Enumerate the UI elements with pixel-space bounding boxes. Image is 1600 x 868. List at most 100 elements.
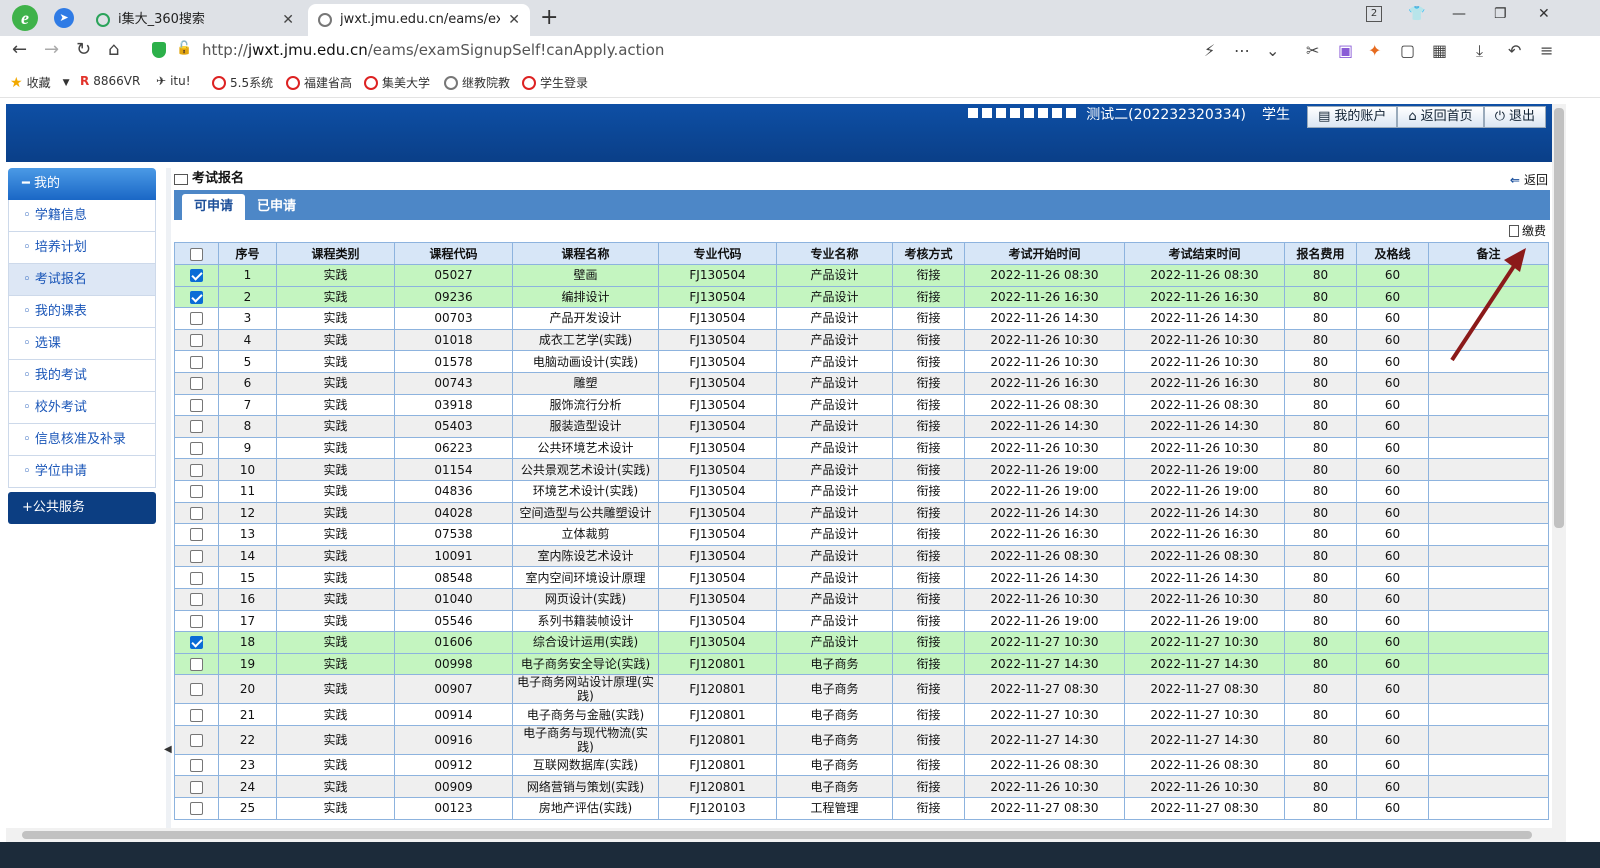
sidebar-splitter[interactable] xyxy=(166,168,171,828)
browser-extension-icon[interactable]: ➤ xyxy=(54,8,74,28)
caret-down-icon[interactable]: ▼ xyxy=(63,78,70,88)
sidebar-panel-icon[interactable]: ▢ xyxy=(1400,41,1415,60)
row-checkbox[interactable] xyxy=(190,683,203,697)
row-checkbox[interactable] xyxy=(190,420,203,434)
row-checkbox[interactable] xyxy=(190,355,203,369)
sidebar-item-course-select[interactable]: ◦ 选课 xyxy=(8,328,156,360)
collapse-sidebar-icon[interactable]: ◀ xyxy=(164,744,172,755)
sidebar-item-my-exams[interactable]: ◦ 我的考试 xyxy=(8,360,156,392)
table-row[interactable]: 5 实践 01578 电脑动画设计(实践) FJ130504 产品设计 衔接 2022-11-… xyxy=(174,350,1549,373)
row-checkbox[interactable] xyxy=(190,506,203,520)
row-checkbox[interactable] xyxy=(190,485,203,499)
row-checkbox[interactable] xyxy=(190,528,203,542)
translate-icon[interactable]: ▣ xyxy=(1338,41,1353,60)
pay-button[interactable]: 缴费 xyxy=(174,220,1550,242)
close-window-icon[interactable]: ✕ xyxy=(1538,6,1550,22)
horizontal-scrollbar[interactable] xyxy=(6,828,1566,842)
row-checkbox[interactable] xyxy=(190,290,203,304)
table-row[interactable]: 21 实践 00914 电子商务与金融(实践) FJ120801 电子商务 衔接 2022-1… xyxy=(174,703,1549,726)
bookmark-item[interactable]: ✈ itu! xyxy=(156,74,191,88)
row-checkbox[interactable] xyxy=(190,802,203,816)
game-icon[interactable]: ✦ xyxy=(1368,41,1381,60)
table-row[interactable]: 24 实践 00909 网络营销与策划(实践) FJ120801 电子商务 衔接 2022-1… xyxy=(174,775,1549,799)
back-link[interactable]: ⇐ 返回 xyxy=(1510,171,1548,188)
table-row[interactable]: 2 实践 09236 编排设计 FJ130504 产品设计 衔接 2022-11-26 16:… xyxy=(174,285,1549,309)
apps-grid-icon[interactable]: ▦ xyxy=(1432,41,1447,60)
bookmark-item[interactable]: 学生登录 xyxy=(522,74,588,91)
forward-arrow-icon[interactable]: → xyxy=(44,39,59,60)
sidebar-item-degree-apply[interactable]: ◦ 学位申请 xyxy=(8,456,156,488)
row-checkbox[interactable] xyxy=(190,571,203,585)
home-icon[interactable]: ⌂ xyxy=(108,39,119,60)
table-row[interactable]: 1 实践 05027 壁画 FJ130504 产品设计 衔接 2022-11-26 08:30… xyxy=(174,264,1549,287)
my-account-button[interactable]: ▤ 我的账户 xyxy=(1307,106,1398,128)
select-all-checkbox[interactable] xyxy=(190,247,203,261)
bookmark-item[interactable]: 福建省高 xyxy=(286,74,352,91)
undo-icon[interactable]: ↶ xyxy=(1508,41,1521,60)
row-checkbox[interactable] xyxy=(190,708,203,722)
row-checkbox[interactable] xyxy=(190,312,203,326)
tab-applied[interactable]: 已申请 xyxy=(245,194,308,220)
reload-icon[interactable]: ↻ xyxy=(76,39,91,60)
back-arrow-icon[interactable]: ← xyxy=(12,39,27,60)
table-row[interactable]: 20 实践 00907 电子商务网站设计原理(实践) FJ120801 电子商务 衔接 202… xyxy=(174,674,1549,705)
row-checkbox[interactable] xyxy=(190,593,203,607)
row-checkbox[interactable] xyxy=(190,657,203,671)
table-row[interactable]: 18 实践 01606 综合设计运用(实践) FJ130504 产品设计 衔接 2022-11… xyxy=(174,631,1549,654)
table-row[interactable]: 4 实践 01018 成衣工艺学(实践) FJ130504 产品设计 衔接 2022-11-2… xyxy=(174,328,1549,352)
lightning-icon[interactable]: ⚡ xyxy=(1204,41,1215,60)
close-tab-icon[interactable]: ✕ xyxy=(282,5,294,35)
row-checkbox[interactable] xyxy=(190,614,203,628)
sidebar-item-exam-signup[interactable]: ◦ 考试报名 xyxy=(8,264,156,296)
table-row[interactable]: 22 实践 00916 电子商务与现代物流(实践) FJ120801 电子商务 衔接 2022… xyxy=(174,724,1549,755)
table-row[interactable]: 9 实践 06223 公共环境艺术设计 FJ130504 产品设计 衔接 2022-11-26… xyxy=(174,436,1549,460)
scissors-icon[interactable]: ✂ xyxy=(1306,41,1319,60)
tab-counter[interactable]: 2 xyxy=(1366,6,1382,22)
logout-button[interactable]: ⏻ 退出 xyxy=(1483,106,1546,128)
browser-logo-icon[interactable]: e xyxy=(12,5,38,31)
row-checkbox[interactable] xyxy=(190,550,203,564)
table-row[interactable]: 11 实践 04836 环境艺术设计(实践) FJ130504 产品设计 衔接 2022-11… xyxy=(174,479,1549,503)
vertical-scrollbar[interactable] xyxy=(1552,104,1566,828)
table-row[interactable]: 17 实践 05546 系列书籍装帧设计 FJ130504 产品设计 衔接 2022-11-2… xyxy=(174,609,1549,633)
table-row[interactable]: 16 实践 01040 网页设计(实践) FJ130504 产品设计 衔接 2022-11-2… xyxy=(174,587,1549,611)
sidebar-public-services[interactable]: +公共服务 xyxy=(8,492,156,524)
table-row[interactable]: 6 实践 00743 雕塑 FJ130504 产品设计 衔接 2022-11-26 16:30… xyxy=(174,371,1549,395)
row-checkbox[interactable] xyxy=(190,334,203,348)
row-checkbox[interactable] xyxy=(190,636,203,650)
row-checkbox[interactable] xyxy=(190,463,203,477)
row-checkbox[interactable] xyxy=(190,442,203,456)
table-row[interactable]: 13 实践 07538 立体裁剪 FJ130504 产品设计 衔接 2022-11-26 16… xyxy=(174,523,1549,546)
url-text[interactable]: http://jwxt.jmu.edu.cn/eams/examSignupSe… xyxy=(202,41,664,59)
sidebar-item-my-schedule[interactable]: ◦ 我的课表 xyxy=(8,296,156,328)
table-row[interactable]: 23 实践 00912 互联网数据库(实践) FJ120801 电子商务 衔接 2022-11… xyxy=(174,753,1549,777)
table-row[interactable]: 25 实践 00123 房地产评估(实践) FJ120103 工程管理 衔接 2022-11-… xyxy=(174,797,1549,820)
table-row[interactable]: 12 实践 04028 空间造型与公共雕塑设计 FJ130504 产品设计 衔接 2022-1… xyxy=(174,501,1549,525)
bookmark-item[interactable]: 继教院教 xyxy=(444,74,510,91)
tab-can-apply[interactable]: 可申请 xyxy=(182,194,246,220)
sidebar-item-student-info[interactable]: ◦ 学籍信息 xyxy=(8,200,156,232)
shirt-icon[interactable]: 👕 xyxy=(1408,6,1425,22)
bookmark-item[interactable]: R 8866VR xyxy=(80,74,140,88)
chevron-down-icon[interactable]: ⌄ xyxy=(1266,41,1279,60)
new-tab-icon[interactable]: + xyxy=(540,5,558,30)
sidebar-group-header[interactable]: ━ 我的 xyxy=(8,168,156,200)
table-row[interactable]: 3 实践 00703 产品开发设计 FJ130504 产品设计 衔接 2022-11-26 1… xyxy=(174,307,1549,330)
scroll-thumb[interactable] xyxy=(1554,108,1564,528)
table-row[interactable]: 15 实践 08548 室内空间环境设计原理 FJ130504 产品设计 衔接 2022-11… xyxy=(174,566,1549,589)
browser-tab-search[interactable]: i集大_360搜索 ✕ xyxy=(86,4,304,36)
address-bar[interactable]: 🔓 http://jwxt.jmu.edu.cn/eams/examSignup… xyxy=(146,39,1306,63)
minimize-icon[interactable]: — xyxy=(1452,6,1466,22)
row-checkbox[interactable] xyxy=(190,377,203,391)
table-row[interactable]: 14 实践 10091 室内陈设艺术设计 FJ130504 产品设计 衔接 2022-11-2… xyxy=(174,544,1549,568)
scroll-thumb[interactable] xyxy=(22,831,1532,839)
table-row[interactable]: 8 实践 05403 服装造型设计 FJ130504 产品设计 衔接 2022-11-26 1… xyxy=(174,415,1549,438)
bookmark-favorites[interactable]: ★ 收藏 ▼ xyxy=(10,74,70,91)
table-row[interactable]: 19 实践 00998 电子商务安全导论(实践) FJ120801 电子商务 衔接 2022-… xyxy=(174,652,1549,676)
bookmark-item[interactable]: 集美大学 xyxy=(364,74,430,91)
table-row[interactable]: 7 实践 03918 服饰流行分析 FJ130504 产品设计 衔接 2022-11-26 0… xyxy=(174,393,1549,417)
row-checkbox[interactable] xyxy=(190,398,203,412)
menu-icon[interactable]: ≡ xyxy=(1540,41,1553,60)
restore-icon[interactable]: ❐ xyxy=(1494,6,1507,22)
download-icon[interactable]: ⤓ xyxy=(1476,41,1483,61)
